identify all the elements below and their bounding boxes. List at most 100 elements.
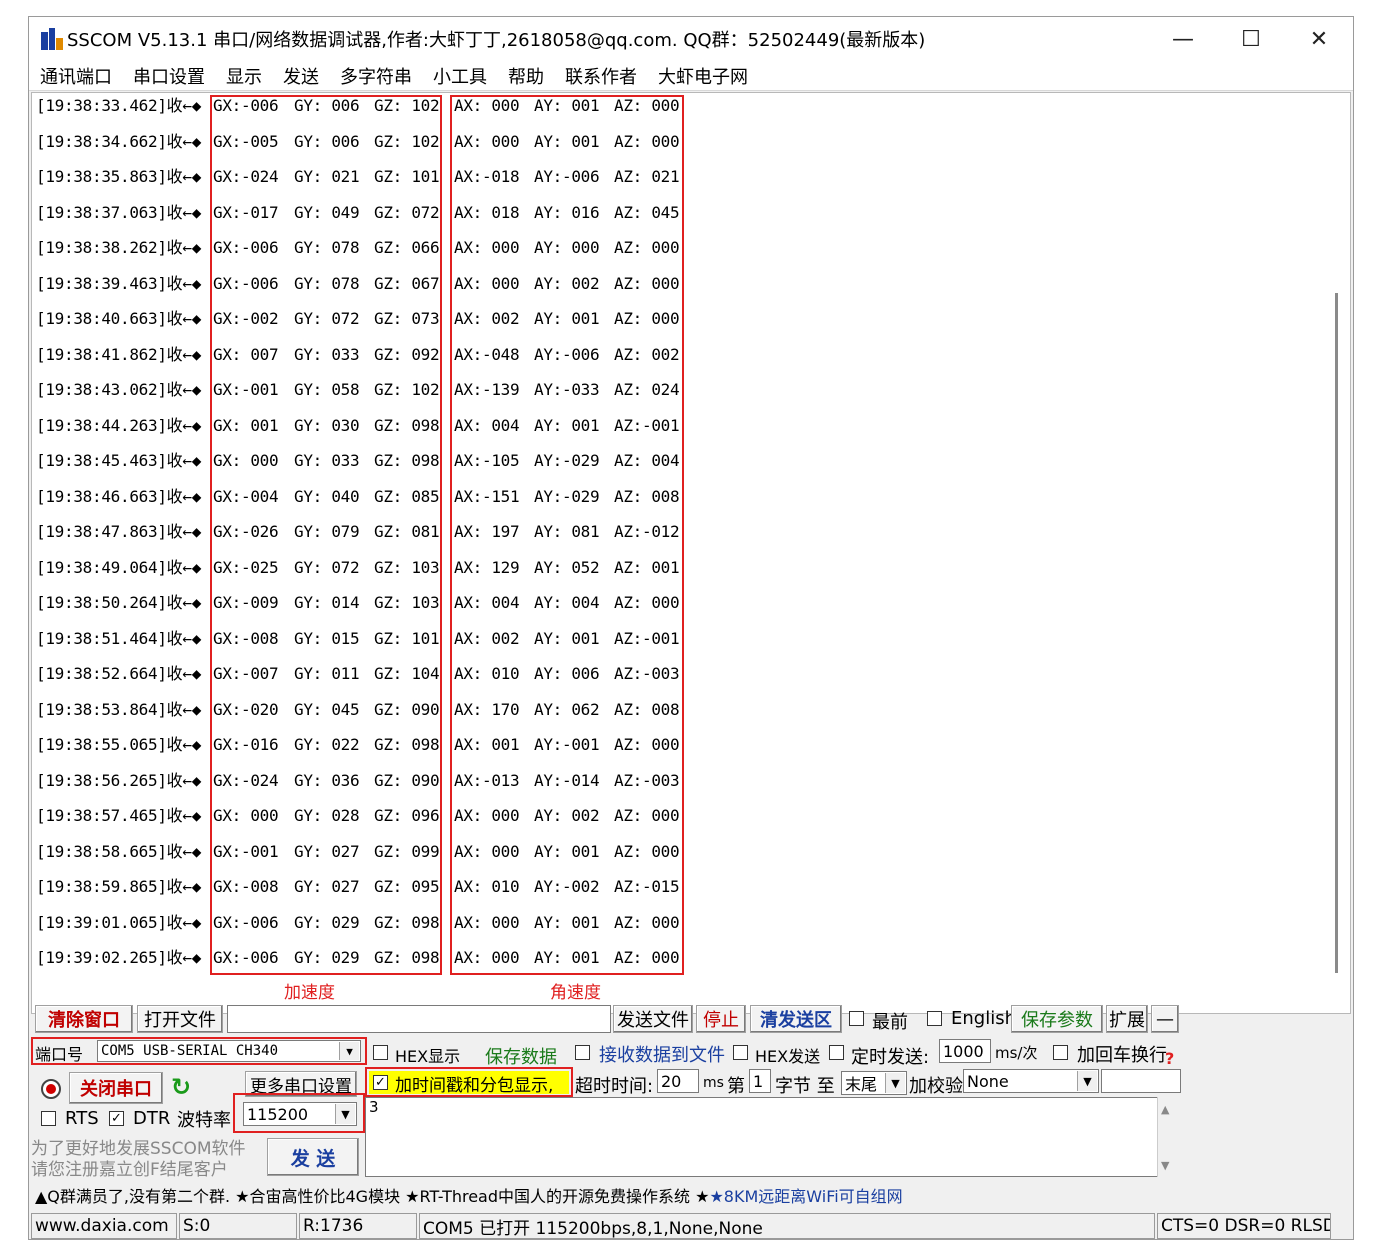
log-line: [19:38:52.664]收←◆ GX:-007 GY: 011 GZ: 104 AX…	[36, 661, 1336, 697]
baud-select[interactable]: 115200 ▼	[243, 1102, 357, 1126]
port-select-value: COM5 USB-SERIAL CH340	[101, 1043, 279, 1059]
timeout-input[interactable]: 20	[657, 1069, 699, 1093]
log-az: AZ: 000	[614, 948, 680, 967]
timestamp-checkbox[interactable]: ✓	[373, 1075, 388, 1090]
chevron-down-icon[interactable]: ▼	[1077, 1071, 1097, 1091]
log-ts: [19:38:50.264]收←◆	[36, 593, 202, 612]
checksum-select-value: None	[967, 1071, 1009, 1091]
send-button[interactable]: 发 送	[267, 1138, 359, 1176]
log-ay: AY: 001	[534, 131, 600, 151]
log-az: AZ: 008	[614, 699, 680, 719]
log-gy: GY: 006	[294, 96, 360, 115]
nth-byte-input[interactable]: 1	[749, 1069, 771, 1093]
close-port-button[interactable]: 关闭串口	[69, 1072, 163, 1104]
log-line: [19:38:49.064]收←◆ GX:-025 GY: 072 GZ: 103 AX…	[36, 555, 1336, 591]
log-ts: [19:38:37.063]收←◆	[36, 202, 202, 222]
log-gx: GX:-016	[213, 735, 279, 754]
ticker-link[interactable]: ★8KM远距离WiFi可自组网	[709, 1187, 902, 1206]
maximize-button[interactable]: ☐	[1217, 17, 1285, 61]
close-button[interactable]: ✕	[1285, 17, 1353, 61]
recv-to-file-checkbox[interactable]	[575, 1045, 590, 1060]
end-select-value: 末尾	[845, 1075, 878, 1094]
log-gy: GY: 030	[294, 415, 360, 435]
stop-button[interactable]: 停止	[696, 1005, 746, 1033]
file-path-field[interactable]	[227, 1005, 611, 1033]
log-ax: AX:-018	[454, 167, 520, 186]
chevron-down-icon[interactable]: ▼	[885, 1073, 905, 1093]
log-gz: GZ: 101	[374, 628, 440, 648]
send-area-scrollbar[interactable]: ▲ ▼	[1157, 1097, 1177, 1177]
menu-tools[interactable]: 小工具	[433, 63, 487, 89]
log-ts: [19:38:58.665]收←◆	[36, 841, 202, 861]
log-gy: GY: 029	[294, 948, 360, 967]
log-gy: GY: 072	[294, 309, 360, 328]
hex-display-checkbox[interactable]	[373, 1045, 388, 1060]
log-gy: GY: 027	[294, 877, 360, 896]
save-data-button[interactable]: 保存数据	[485, 1043, 557, 1069]
english-label: English	[951, 1008, 1016, 1029]
menu-contact-author[interactable]: 联系作者	[565, 63, 637, 89]
menu-serial-settings[interactable]: 串口设置	[133, 63, 205, 89]
log-ts: [19:38:51.464]收←◆	[36, 628, 202, 648]
port-status-led-icon	[41, 1079, 61, 1099]
port-select[interactable]: COM5 USB-SERIAL CH340 ▼	[97, 1040, 361, 1062]
crlf-label: 加回车换行	[1077, 1045, 1167, 1066]
timestamp-label: 加时间戳和分包显示,	[395, 1076, 554, 1096]
refresh-icon[interactable]: ↻	[171, 1073, 191, 1101]
english-checkbox[interactable]	[927, 1011, 942, 1026]
save-params-button[interactable]: 保存参数	[1011, 1005, 1103, 1033]
open-file-button[interactable]: 打开文件	[137, 1005, 223, 1033]
topmost-checkbox[interactable]	[849, 1011, 864, 1026]
status-sent: S:0	[179, 1213, 297, 1239]
log-line: [19:38:44.263]收←◆ GX: 001 GY: 030 GZ: 098 AX…	[36, 413, 1336, 449]
timeout-label: 超时时间:	[575, 1076, 654, 1097]
log-gx: GX: 000	[213, 806, 279, 825]
log-gz: GZ: 103	[374, 557, 440, 577]
timeout-value: 20	[661, 1071, 682, 1091]
log-gz: GZ: 073	[374, 309, 440, 328]
expand-button[interactable]: 扩展	[1106, 1005, 1148, 1033]
log-gy: GY: 027	[294, 841, 360, 861]
timed-interval-input[interactable]: 1000	[939, 1039, 991, 1063]
log-ax: AX: 000	[454, 948, 520, 967]
checksum-select[interactable]: None ▼	[963, 1069, 1099, 1093]
log-line: [19:38:50.264]收←◆ GX:-009 GY: 014 GZ: 103 AX…	[36, 590, 1336, 626]
log-ts: [19:38:33.462]收←◆	[36, 96, 202, 115]
hex-send-label: HEX发送	[755, 1047, 821, 1066]
timed-send-checkbox[interactable]	[829, 1045, 844, 1060]
menu-send[interactable]: 发送	[283, 63, 319, 89]
menu-help[interactable]: 帮助	[508, 63, 544, 89]
log-gy: GY: 014	[294, 593, 360, 612]
send-text-area[interactable]: 3	[365, 1097, 1177, 1177]
log-az: AZ: 002	[614, 344, 680, 364]
end-select[interactable]: 末尾 ▼	[841, 1071, 907, 1095]
hex-send-checkbox[interactable]	[733, 1045, 748, 1060]
clear-window-button[interactable]: 清除窗口	[35, 1005, 133, 1033]
log-ax: AX: 000	[454, 912, 520, 932]
log-gx: GX:-024	[213, 167, 279, 186]
chevron-down-icon[interactable]: ▼	[335, 1104, 355, 1124]
rts-checkbox[interactable]	[41, 1111, 56, 1126]
menu-display[interactable]: 显示	[226, 63, 262, 89]
title-bar[interactable]: SSCOM V5.13.1 串口/网络数据调试器,作者:大虾丁丁,2618058…	[29, 17, 1353, 61]
send-file-button[interactable]: 发送文件	[613, 1005, 693, 1033]
status-site[interactable]: www.daxia.com	[31, 1213, 177, 1239]
log-line: [19:38:47.863]收←◆ GX:-026 GY: 079 GZ: 081 AX…	[36, 519, 1336, 555]
chevron-up-icon[interactable]: ▲	[1161, 1103, 1169, 1116]
menu-comm-port[interactable]: 通讯端口	[40, 63, 112, 89]
dtr-checkbox[interactable]: ✓	[109, 1111, 124, 1126]
chevron-down-icon[interactable]: ▼	[1161, 1159, 1169, 1172]
menu-multi-string[interactable]: 多字符串	[340, 63, 412, 89]
minimize-button[interactable]: —	[1149, 17, 1217, 61]
crlf-checkbox[interactable]	[1053, 1045, 1068, 1060]
window-title: SSCOM V5.13.1 串口/网络数据调试器,作者:大虾丁丁,2618058…	[67, 30, 926, 51]
collapse-button[interactable]: —	[1151, 1005, 1179, 1033]
log-ax: AX:-013	[454, 770, 520, 790]
log-gz: GZ: 102	[374, 131, 440, 151]
menu-daxia-site[interactable]: 大虾电子网	[658, 63, 748, 89]
help-question-icon[interactable]: ?	[1165, 1049, 1174, 1068]
clear-send-area-button[interactable]: 清发送区	[750, 1005, 842, 1033]
chevron-down-icon[interactable]: ▼	[339, 1042, 359, 1060]
log-gz: GZ: 099	[374, 841, 440, 861]
receive-area[interactable]: [19:38:33.462]收←◆ GX:-006 GY: 006 GZ: 102 AX…	[31, 92, 1351, 1014]
